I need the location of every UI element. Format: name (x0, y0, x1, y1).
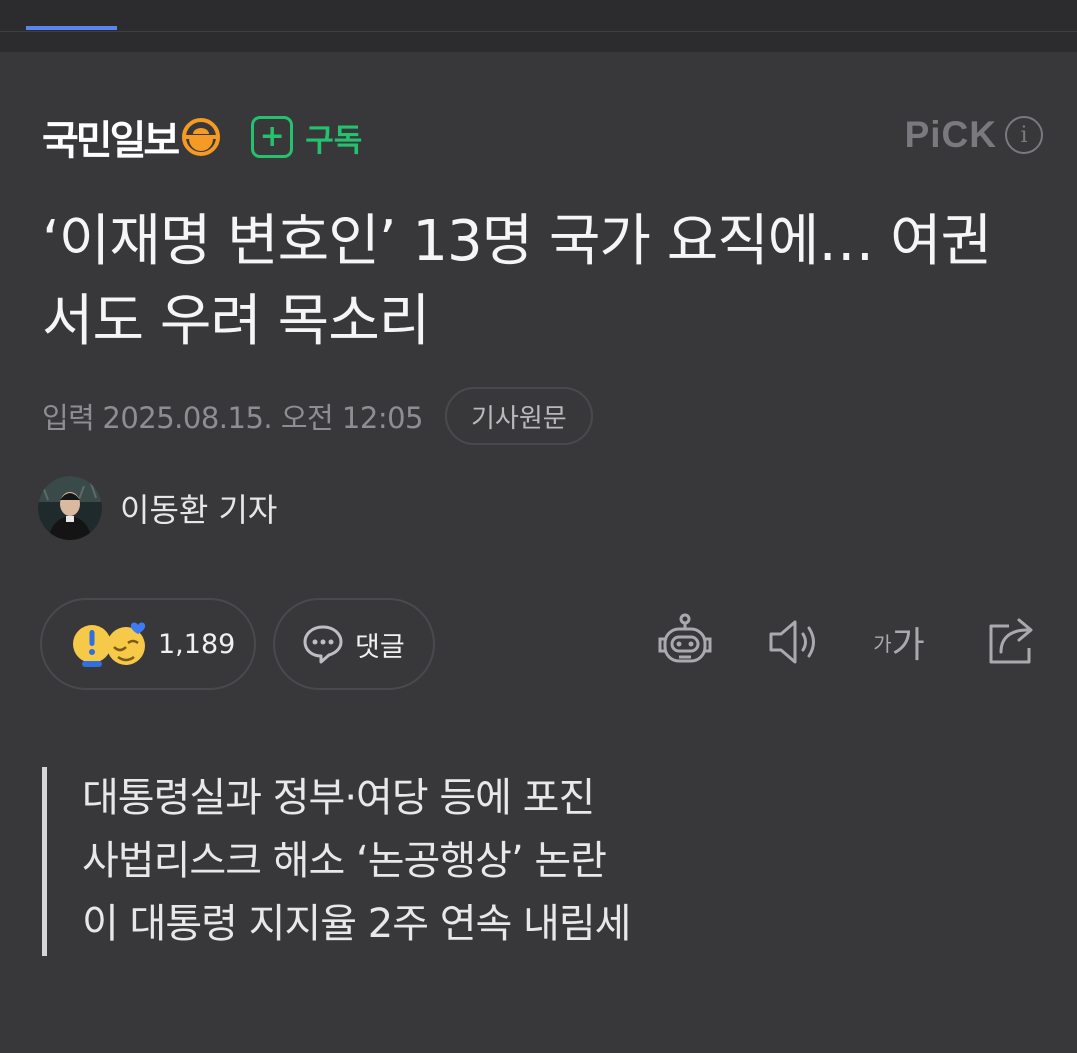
subscribe-label: 구독 (305, 122, 363, 159)
font-big-glyph: 가 (891, 625, 925, 666)
active-tab-indicator[interactable] (26, 26, 117, 30)
input-label: 입력 (42, 401, 95, 435)
comment-bubble-icon (303, 625, 343, 664)
reaction-count: 1,189 (158, 628, 236, 660)
original-article-button[interactable]: 기사원문 (445, 387, 593, 445)
summary-line: 이 대통령 지지율 2주 연속 내림세 (82, 901, 631, 947)
font-size-button[interactable]: 가가 (869, 612, 929, 672)
plus-icon: + (251, 116, 294, 158)
input-datetime: 2025.08.15. 오전 12:05 (102, 401, 424, 435)
press-logo[interactable]: 국민일보 (42, 108, 180, 166)
comment-label: 댓글 (355, 631, 405, 663)
share-button[interactable] (981, 612, 1041, 672)
article-meta: 입력 2025.08.15. 오전 12:05 기사원문 (42, 387, 593, 445)
read-aloud-button[interactable] (763, 612, 823, 672)
reaction-emoji-icon (73, 622, 146, 667)
reaction-button[interactable]: 1,189 (40, 598, 256, 690)
reporter-name: 이동환 기자 (120, 491, 278, 529)
speaker-icon (769, 620, 815, 664)
summary-line: 대통령실과 정부·여당 등에 포진 (82, 775, 595, 821)
pick-badge: PiCK i (905, 114, 1043, 156)
summary-bot-icon (658, 613, 712, 663)
avatar (38, 476, 102, 540)
share-icon (989, 618, 1033, 664)
pick-label: PiCK (904, 114, 997, 155)
top-tab-bar (0, 0, 1077, 32)
press-header: 국민일보 + 구독 (42, 112, 362, 164)
font-small-glyph: 가 (873, 631, 892, 656)
summary-line: 사법리스크 해소 ‘논공행상’ 논란 (82, 838, 607, 884)
reporter-row[interactable]: 이동환 기자 (38, 476, 277, 540)
comment-button[interactable]: 댓글 (273, 598, 435, 690)
summary-bot-button[interactable] (655, 612, 715, 672)
subscribe-button[interactable]: + 구독 (251, 115, 362, 160)
article-headline: ‘이재명 변호인’ 13명 국가 요직에… 여권서도 우려 목소리 (42, 209, 992, 354)
info-icon[interactable]: i (1005, 116, 1043, 154)
article-summary: 대통령실과 정부·여당 등에 포진 사법리스크 해소 ‘논공행상’ 논란 이 대… (42, 767, 942, 956)
press-emblem-icon (182, 118, 221, 156)
